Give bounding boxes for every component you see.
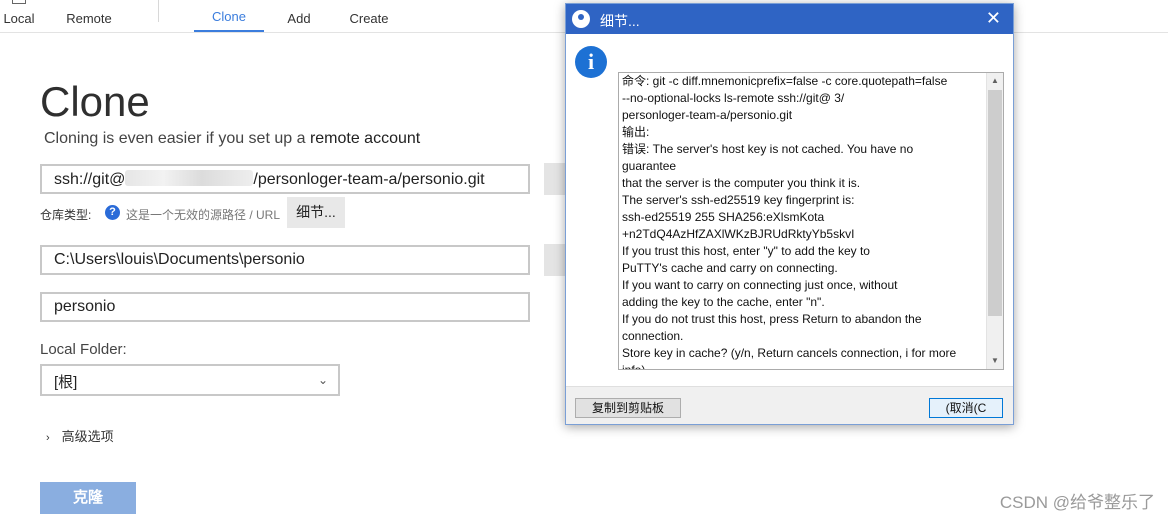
local-folder-select[interactable]: [根] ⌄ bbox=[40, 364, 340, 396]
tab-remote[interactable]: Remote bbox=[58, 0, 120, 32]
cancel-button[interactable]: (取消(C bbox=[929, 398, 1003, 418]
tab-add[interactable]: Add bbox=[274, 0, 324, 32]
help-icon: ? bbox=[105, 205, 120, 220]
output-line: ssh-ed25519 255 SHA256:eXlsmKota bbox=[622, 210, 825, 224]
toolbar-divider bbox=[158, 0, 159, 22]
source-url-input[interactable]: ssh://git@ /personloger-team-a/personio.g… bbox=[40, 164, 530, 194]
redacted-host bbox=[125, 170, 254, 186]
clone-button[interactable]: 克隆 bbox=[40, 482, 136, 514]
output-line: connection. bbox=[622, 329, 684, 343]
output-line: personloger-team-a/personio.git bbox=[622, 108, 793, 122]
local-icon bbox=[12, 0, 26, 4]
scroll-thumb[interactable] bbox=[988, 90, 1002, 316]
dialog-body: i 命令: git -c diff.mnemonicprefix=false -… bbox=[566, 34, 1013, 386]
chevron-down-icon: ⌄ bbox=[317, 373, 328, 387]
output-line: adding the key to the cache, enter "n". bbox=[622, 295, 825, 309]
scroll-down-icon[interactable]: ▼ bbox=[987, 353, 1003, 369]
page-title: Clone bbox=[40, 78, 150, 125]
local-folder-label: Local Folder: bbox=[40, 341, 127, 358]
output-line: PuTTY's cache and carry on connecting. bbox=[622, 261, 838, 275]
info-icon: i bbox=[575, 46, 607, 78]
output-textbox[interactable]: 命令: git -c diff.mnemonicprefix=false -c … bbox=[618, 72, 1004, 370]
output-line: If you trust this host, enter "y" to add… bbox=[622, 244, 870, 258]
tab-clone-label: Clone bbox=[212, 9, 246, 24]
repo-type-label: 仓库类型: bbox=[40, 208, 92, 222]
scroll-up-icon[interactable]: ▲ bbox=[987, 73, 1003, 89]
csdn-watermark: CSDN @给爷整乐了 bbox=[999, 493, 1155, 512]
sourcetree-icon bbox=[572, 10, 590, 28]
output-line: 错误: The server's host key is not cached.… bbox=[622, 142, 914, 156]
advanced-options-label: 高级选项 bbox=[61, 429, 114, 444]
subtitle-text: Cloning is even easier if you set up a bbox=[44, 130, 306, 147]
output-line: 命令: git -c diff.mnemonicprefix=false -c … bbox=[622, 74, 948, 88]
dialog-footer: 复制到剪贴板 (取消(C bbox=[566, 386, 1013, 424]
copy-to-clipboard-button[interactable]: 复制到剪贴板 bbox=[575, 398, 681, 418]
output-line: If you want to carry on connecting just … bbox=[622, 278, 898, 292]
sourcetree-window: Local Remote Clone Add Create Clone Clon… bbox=[0, 0, 1168, 517]
tab-add-label: Add bbox=[287, 11, 311, 26]
tab-remote-label: Remote bbox=[66, 11, 112, 26]
url-suffix: /personloger-team-a/personio.git bbox=[253, 171, 485, 188]
details-button[interactable]: 细节... bbox=[287, 197, 345, 228]
output-line: --no-optional-locks ls-remote ssh://git@… bbox=[622, 91, 845, 105]
invalid-path-message: 这是一个无效的源路径 / URL bbox=[126, 208, 281, 222]
page-subtitle: Cloning is even easier if you set up a r… bbox=[44, 130, 420, 148]
output-line: Store key in cache? (y/n, Return cancels… bbox=[622, 346, 957, 360]
vertical-scrollbar[interactable]: ▲ ▼ bbox=[986, 73, 1003, 369]
output-line: The server's ssh-ed25519 key fingerprint… bbox=[622, 193, 855, 207]
tab-local[interactable]: Local bbox=[0, 0, 38, 32]
tab-create[interactable]: Create bbox=[338, 0, 400, 32]
destination-path-input[interactable]: C:\Users\louis\Documents\personio bbox=[40, 245, 530, 275]
output-line: guarantee bbox=[622, 159, 677, 173]
chevron-right-icon: › bbox=[46, 432, 50, 444]
tab-local-label: Local bbox=[3, 11, 35, 26]
dialog-title-bar: 细节... ✕ bbox=[566, 4, 1013, 34]
close-icon[interactable]: ✕ bbox=[986, 8, 1001, 29]
output-text: 命令: git -c diff.mnemonicprefix=false -c … bbox=[622, 73, 984, 370]
output-line: that the server is the computer you thin… bbox=[622, 176, 861, 190]
name-input[interactable]: personio bbox=[40, 292, 530, 322]
details-dialog: 细节... ✕ i 命令: git -c diff.mnemonicprefix… bbox=[565, 3, 1014, 425]
url-prefix: ssh://git@ bbox=[54, 171, 126, 188]
tab-clone[interactable]: Clone bbox=[194, 0, 264, 32]
output-line: +n2TdQ4AzHfZAXlWKzBJRUdRktyYb5skvI bbox=[622, 227, 855, 241]
dialog-title: 细节... bbox=[600, 13, 640, 29]
local-folder-value: [根] bbox=[54, 374, 78, 391]
output-line: If you do not trust this host, press Ret… bbox=[622, 312, 922, 326]
tab-create-label: Create bbox=[349, 11, 389, 26]
advanced-options-toggle[interactable]: › 高级选项 bbox=[46, 426, 114, 445]
remote-account-link[interactable]: remote account bbox=[310, 130, 420, 147]
output-line: 输出: bbox=[622, 125, 650, 139]
output-line: info) bbox=[622, 363, 646, 370]
